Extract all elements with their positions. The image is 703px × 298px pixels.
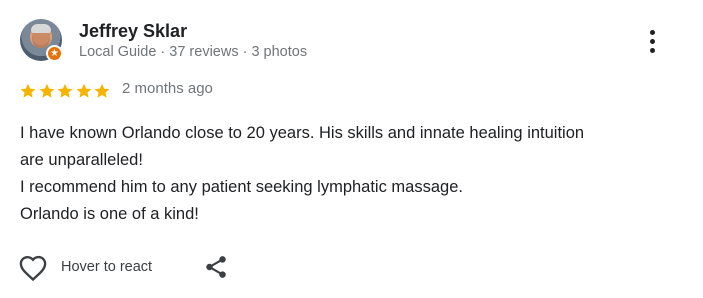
react-label[interactable]: Hover to react	[61, 259, 152, 275]
avatar-hair	[31, 24, 51, 33]
author-meta: Local Guide · 37 reviews · 3 photos	[79, 44, 308, 60]
more-vert-dot	[650, 39, 655, 44]
local-guide-badge: ★	[46, 45, 63, 62]
review-time: 2 months ago	[122, 80, 213, 97]
review-text: I have known Orlando close to 20 years. …	[20, 120, 670, 228]
star-icon	[39, 83, 54, 98]
share-button[interactable]	[203, 254, 229, 280]
review-text-line: I have known Orlando close to 20 years. …	[20, 124, 585, 142]
review-text-line: are unparalleled!	[20, 151, 143, 169]
star-icon	[57, 83, 73, 98]
star-icon	[76, 83, 91, 98]
like-button[interactable]	[18, 253, 48, 283]
heart-outline-icon	[19, 255, 47, 282]
more-vert-dot	[650, 48, 655, 53]
author-name[interactable]: Jeffrey Sklar	[79, 21, 187, 42]
star-icon	[94, 83, 110, 98]
share-icon	[206, 256, 226, 278]
review-text-line: I recommend him to any patient seeking l…	[20, 178, 463, 196]
local-guide-star-icon: ★	[48, 47, 61, 60]
review-text-line: Orlando is one of a kind!	[20, 205, 199, 223]
more-vert-icon	[650, 30, 655, 35]
star-rating	[19, 82, 112, 100]
star-icon	[20, 83, 36, 98]
more-options-button[interactable]	[641, 28, 663, 58]
